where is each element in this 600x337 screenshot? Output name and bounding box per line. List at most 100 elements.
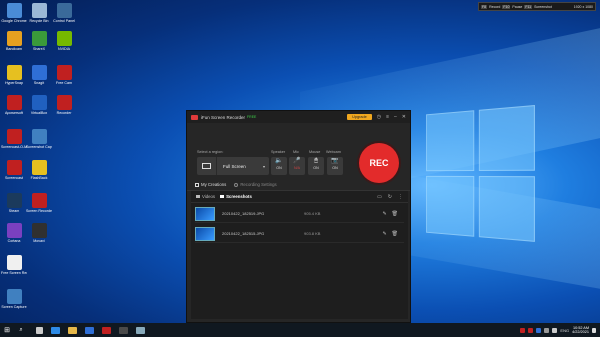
app-taskbar-icon[interactable]	[136, 326, 145, 334]
app-icon	[6, 289, 22, 304]
minimize-icon[interactable]: –	[394, 114, 397, 120]
desktop-icon-label: Control Panel	[53, 19, 75, 23]
tab-label: My Creations	[201, 182, 227, 187]
hotkey-label: Record	[489, 4, 501, 9]
clock-icon[interactable]: ◷	[377, 114, 381, 120]
region-selector[interactable]: Full Screen ▾	[197, 157, 269, 175]
desktop-icon[interactable]: FlashBack	[26, 160, 52, 180]
open-folder-icon[interactable]: ▭	[377, 194, 382, 200]
store-icon[interactable]	[85, 326, 94, 334]
desktop-icon[interactable]: Screenshot Capture	[26, 129, 52, 149]
desktop-icon-label: FlashBack	[30, 176, 48, 180]
windows-logo-wallpaper	[426, 105, 536, 243]
desktop-icon-label: Free Screen Recorder	[1, 271, 27, 275]
desktop-icon[interactable]: Steam	[1, 193, 27, 213]
refresh-icon[interactable]: ↻	[388, 194, 392, 200]
desktop-icon[interactable]: Recorder	[51, 95, 77, 115]
task-view-icon[interactable]	[36, 326, 43, 334]
edit-icon[interactable]: ✎	[382, 211, 386, 217]
volume-icon[interactable]	[552, 327, 558, 333]
mic-icon: 🎤	[293, 158, 301, 164]
free-badge: FREE	[247, 115, 257, 119]
trash-icon[interactable]: 🗑	[392, 211, 398, 217]
edit-icon[interactable]: ✎	[382, 231, 386, 237]
tray-app-icon[interactable]	[528, 327, 534, 333]
desktop-icon[interactable]: Screencast	[1, 160, 27, 180]
tab-recording-settings[interactable]: Recording Settings	[234, 182, 277, 187]
desktop-icon[interactable]: Control Panel	[51, 3, 77, 23]
desktop-icon[interactable]: Screen Capture	[1, 289, 27, 309]
app-icon	[6, 65, 22, 80]
file-thumbnail	[195, 206, 215, 221]
desktop-icon[interactable]: Apowersoft	[1, 95, 27, 115]
taskbar: ⊞ ⌕ ENG 10:52 AM 4/22/2021	[0, 323, 600, 337]
close-icon[interactable]: ✕	[402, 114, 406, 120]
webcam-toggle[interactable]: 📷 ON	[327, 157, 343, 175]
system-tray: ENG 10:52 AM 4/22/2021	[520, 326, 600, 335]
desktop-icon-label: Screenshot Capture	[26, 145, 52, 149]
desktop-icon-label: Cortana	[7, 239, 21, 243]
desktop-icon[interactable]: Free Screen Recorder	[1, 255, 27, 275]
language-indicator[interactable]: ENG	[560, 328, 569, 333]
tab-label: Recording Settings	[240, 182, 277, 187]
mouse-toggle[interactable]: 🖱 ON	[308, 157, 324, 175]
network-icon[interactable]	[544, 327, 550, 333]
speaker-toggle[interactable]: 🔈 ON	[271, 157, 287, 175]
trash-icon[interactable]: 🗑	[392, 231, 398, 237]
desktop-icon-label: Screencast	[5, 176, 23, 180]
desktop-icon[interactable]: Recycle Bin	[26, 3, 52, 23]
search-icon[interactable]: ⌕	[14, 323, 28, 337]
desktop-icon[interactable]: Google Chrome	[1, 3, 27, 23]
app-icon	[31, 129, 47, 144]
desktop-icon[interactable]: Bandicam	[1, 31, 27, 51]
desktop-icon-label: Screen Recorder	[26, 209, 52, 213]
file-explorer-icon[interactable]	[68, 326, 77, 334]
subtab-screenshots[interactable]: Screenshots	[220, 194, 252, 199]
tray-app-icon[interactable]	[536, 327, 542, 333]
file-row[interactable]: 20210422_182515.JPG 903.8 KB ✎ 🗑	[195, 225, 404, 243]
menu-icon[interactable]: ≡	[386, 114, 389, 120]
desktop-icon[interactable]: VirtualBox	[26, 95, 52, 115]
clock[interactable]: 10:52 AM 4/22/2021	[572, 326, 589, 335]
notification-icon[interactable]	[592, 327, 596, 333]
app-icon	[6, 223, 22, 238]
creations-panel: Videos Screenshots ▭ ↻ ⋮ 20210422_182519…	[191, 191, 408, 319]
desktop-icon[interactable]: Screencast-O-Matic	[1, 129, 27, 149]
desktop-icon[interactable]: ShareX	[26, 31, 52, 51]
tray-app-icon[interactable]	[520, 327, 526, 333]
app-icon	[31, 95, 47, 110]
tab-my-creations[interactable]: My Creations	[195, 182, 226, 187]
upgrade-button[interactable]: Upgrade	[347, 114, 372, 120]
subtab-videos[interactable]: Videos	[196, 194, 215, 199]
desktop-icon[interactable]: HyperSnap	[1, 65, 27, 85]
desktop-icon[interactable]: Snagit	[26, 65, 52, 85]
app-icon	[56, 65, 72, 80]
video-icon	[196, 195, 200, 198]
file-row[interactable]: 20210422_182519.JPG 905.4 KB ✎ 🗑	[195, 205, 404, 223]
recorder-taskbar-icon[interactable]	[102, 326, 111, 334]
app-icon	[31, 65, 47, 80]
folder-icon	[195, 182, 199, 187]
file-size: 905.4 KB	[304, 211, 321, 216]
app-icon	[6, 31, 22, 46]
app-logo-icon	[191, 114, 198, 120]
desktop-icon-label: Screen Capture	[1, 305, 27, 309]
toggle-state: ON	[313, 166, 319, 170]
rec-button[interactable]: REC	[359, 143, 399, 183]
monitor-icon	[197, 157, 217, 175]
desktop-icon-label: Bandicam	[6, 47, 22, 51]
desktop-icon[interactable]: Cortana	[1, 223, 27, 243]
desktop-icon[interactable]: NVIDIA	[51, 31, 77, 51]
desktop-icon-label: HyperSnap	[5, 81, 23, 85]
mic-toggle[interactable]: 🎤 N/A	[289, 157, 305, 175]
desktop-icon-label: NVIDIA	[58, 47, 70, 51]
edge-icon[interactable]	[51, 326, 60, 334]
app-icon	[31, 31, 47, 46]
app-taskbar-icon[interactable]	[119, 326, 128, 334]
desktop-icon[interactable]: Screen Recorder	[26, 193, 52, 213]
start-button[interactable]: ⊞	[0, 323, 14, 337]
more-icon[interactable]: ⋮	[398, 194, 403, 200]
desktop-icon[interactable]: Movavi	[26, 223, 52, 243]
desktop-icon-label: Screencast-O-Matic	[1, 145, 27, 149]
desktop-icon[interactable]: Free Cam	[51, 65, 77, 85]
